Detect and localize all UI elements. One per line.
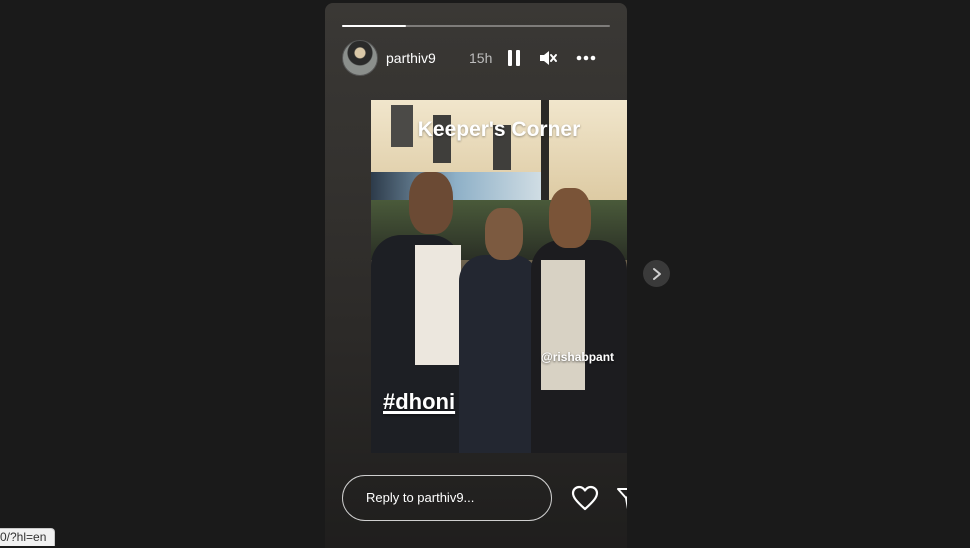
story-photo: Keeper's Corner @rishabpant #dhoni	[371, 100, 627, 453]
person-right-shirt	[541, 260, 585, 390]
person-middle-head	[485, 208, 523, 260]
more-horizontal-icon[interactable]	[575, 48, 596, 68]
person-left-head	[409, 172, 453, 234]
reply-input[interactable]: Reply to parthiv9...	[342, 475, 552, 521]
mention-sticker[interactable]: @rishabpant	[541, 350, 614, 364]
avatar[interactable]	[342, 40, 378, 76]
next-story-button[interactable]	[643, 260, 670, 287]
shop-front	[371, 172, 541, 200]
story-header: parthiv9 15h	[342, 40, 612, 78]
send-icon[interactable]	[616, 487, 627, 511]
person-right-head	[549, 188, 591, 248]
person-left-shirt	[415, 245, 461, 365]
story-timestamp: 15h	[469, 50, 493, 66]
hashtag-sticker[interactable]: #dhoni	[383, 389, 455, 415]
story-progress-fill	[342, 25, 407, 27]
photo-caption-title: Keeper's Corner	[417, 118, 581, 141]
chevron-right-icon	[651, 267, 663, 286]
status-url-tooltip: 0/?hl=en	[0, 528, 56, 546]
story-viewer: parthiv9 15h Keeper's Corner @rishabpant	[325, 3, 627, 548]
muted-speaker-icon[interactable]	[538, 48, 558, 68]
story-progress-bar	[342, 25, 610, 27]
person-middle	[459, 255, 539, 453]
heart-icon[interactable]	[571, 485, 599, 511]
story-username[interactable]: parthiv9	[386, 50, 436, 66]
pause-icon[interactable]	[504, 48, 524, 68]
